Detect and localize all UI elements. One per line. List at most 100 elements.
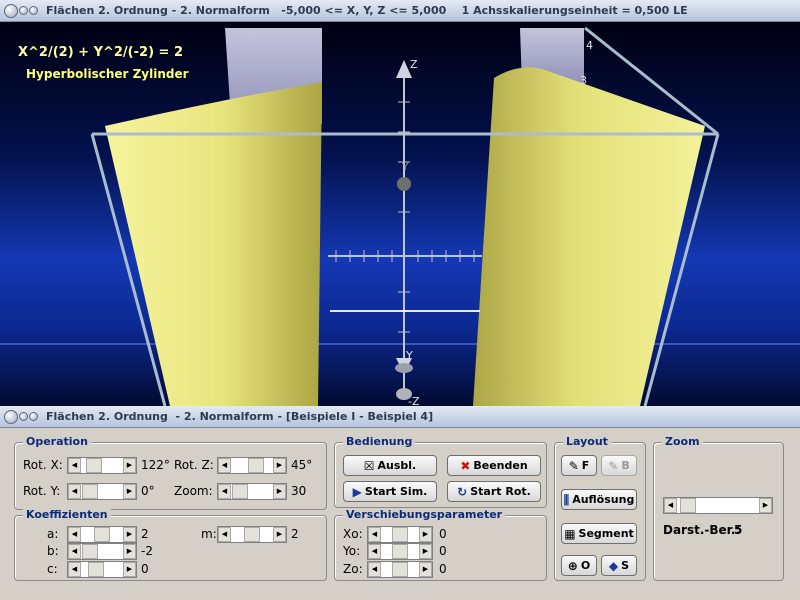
rot-y-slider[interactable]: ◀ ▶: [67, 483, 137, 500]
start-sim-label: Start Sim.: [364, 485, 428, 498]
s-label: S: [621, 559, 630, 572]
coef-m-thumb[interactable]: [244, 527, 260, 542]
rot-y-right-arrow-icon[interactable]: ▶: [123, 484, 136, 499]
coef-m-right-arrow-icon[interactable]: ▶: [273, 527, 286, 542]
yo-right-arrow-icon[interactable]: ▶: [419, 544, 432, 559]
yo-label: Yo:: [343, 544, 361, 558]
coef-b-left-arrow-icon[interactable]: ◀: [68, 544, 81, 559]
start-sim-button[interactable]: ▶ Start Sim.: [343, 481, 437, 502]
xo-value: 0: [439, 527, 447, 541]
coef-b-label: b:: [47, 544, 59, 558]
control-window-menu-icon[interactable]: [4, 409, 18, 424]
coef-c-slider[interactable]: ◀ ▶: [67, 561, 137, 578]
bedienung-title: Bedienung: [343, 435, 416, 448]
shape-icon: ◆: [608, 558, 619, 573]
3d-viewport[interactable]: X^2/(2) + Y^2/(-2) = 2 Hyperbolischer Zy…: [0, 22, 800, 406]
zoom-range-slider[interactable]: ◀ ▶: [663, 497, 773, 514]
coef-c-thumb[interactable]: [88, 562, 104, 577]
zoom-slider[interactable]: ◀ ▶: [217, 483, 287, 500]
darst-ber-value: 5: [734, 523, 743, 537]
coef-a-right-arrow-icon[interactable]: ▶: [123, 527, 136, 542]
yo-left-arrow-icon[interactable]: ◀: [368, 544, 381, 559]
maximize-icon[interactable]: [29, 6, 38, 15]
main-window-title: Flächen 2. Ordnung - 2. Normalform -5,00…: [46, 4, 688, 17]
play-icon: ▶: [352, 484, 362, 499]
segment-button[interactable]: ▦ Segment: [561, 523, 637, 544]
coef-c-label: c:: [47, 562, 58, 576]
darst-ber-label: Darst.-Ber.:: [663, 523, 741, 537]
coef-m-label: m:: [201, 527, 217, 541]
aufloesung-button[interactable]: ⫼ Auflösung: [561, 489, 637, 510]
rot-y-left-arrow-icon[interactable]: ◀: [68, 484, 81, 499]
start-rot-label: Start Rot.: [470, 485, 531, 498]
verschiebung-title: Verschiebungsparameter: [343, 508, 506, 521]
zoom-range-left-arrow-icon[interactable]: ◀: [664, 498, 677, 513]
minimize-icon[interactable]: [19, 6, 28, 15]
control-window-title: Flächen 2. Ordnung - 2. Normalform - [Be…: [46, 410, 434, 423]
coef-m-slider[interactable]: ◀ ▶: [217, 526, 287, 543]
rot-x-label: Rot. X:: [23, 458, 63, 472]
operation-group: Operation Rot. X: ◀ ▶ 122° Rot. Z: ◀ ▶ 4…: [14, 435, 327, 510]
rot-z-right-arrow-icon[interactable]: ▶: [273, 458, 286, 473]
yo-slider[interactable]: ◀ ▶: [367, 543, 433, 560]
xo-thumb[interactable]: [392, 527, 408, 542]
rot-z-label: Rot. Z:: [174, 458, 214, 472]
xo-left-arrow-icon[interactable]: ◀: [368, 527, 381, 542]
bedienung-group: Bedienung ☒ Ausbl. ✖ Beenden ▶ Start Sim…: [334, 435, 547, 508]
zo-slider[interactable]: ◀ ▶: [367, 561, 433, 578]
coef-a-slider[interactable]: ◀ ▶: [67, 526, 137, 543]
zo-left-arrow-icon[interactable]: ◀: [368, 562, 381, 577]
control-maximize-icon[interactable]: [29, 412, 38, 421]
zoom-left-arrow-icon[interactable]: ◀: [218, 484, 231, 499]
rot-x-thumb[interactable]: [86, 458, 102, 473]
rotate-icon: ↻: [457, 484, 468, 499]
axis-label-z: Z: [410, 58, 418, 71]
y-axis-back-cone-icon: [397, 177, 411, 191]
zoom-thumb[interactable]: [232, 484, 248, 499]
control-panel: Operation Rot. X: ◀ ▶ 122° Rot. Z: ◀ ▶ 4…: [0, 429, 800, 600]
b-label: B: [621, 459, 630, 472]
start-rot-button[interactable]: ↻ Start Rot.: [447, 481, 541, 502]
axis-label-minus-z: -Z: [408, 395, 420, 406]
y-axis-front-cone-base: [395, 363, 413, 373]
zo-thumb[interactable]: [392, 562, 408, 577]
zoom-range-thumb[interactable]: [680, 498, 696, 513]
coef-b-thumb[interactable]: [82, 544, 98, 559]
coef-b-right-arrow-icon[interactable]: ▶: [123, 544, 136, 559]
xo-right-arrow-icon[interactable]: ▶: [419, 527, 432, 542]
o-button[interactable]: ⊕ O: [561, 555, 597, 576]
zoom-group: Zoom ◀ ▶ Darst.-Ber.: 5: [653, 435, 784, 581]
zoom-right-arrow-icon[interactable]: ▶: [273, 484, 286, 499]
control-minimize-icon[interactable]: [19, 412, 28, 421]
corner-label-4: 4: [586, 39, 593, 52]
verschiebung-group: Verschiebungsparameter Xo: ◀ ▶ 0 Yo: ◀ ▶…: [334, 508, 547, 581]
rot-x-left-arrow-icon[interactable]: ◀: [68, 458, 81, 473]
beenden-button[interactable]: ✖ Beenden: [447, 455, 541, 476]
ausbl-button[interactable]: ☒ Ausbl.: [343, 455, 437, 476]
layout-title: Layout: [563, 435, 611, 448]
coef-c-right-arrow-icon[interactable]: ▶: [123, 562, 136, 577]
rot-z-left-arrow-icon[interactable]: ◀: [218, 458, 231, 473]
main-title-bar[interactable]: Flächen 2. Ordnung - 2. Normalform -5,00…: [0, 0, 800, 22]
coef-a-thumb[interactable]: [94, 527, 110, 542]
b-button[interactable]: ✎ B: [601, 455, 637, 476]
s-button[interactable]: ◆ S: [601, 555, 637, 576]
rot-y-label: Rot. Y:: [23, 484, 61, 498]
rot-y-thumb[interactable]: [82, 484, 98, 499]
rot-x-slider[interactable]: ◀ ▶: [67, 457, 137, 474]
coef-b-slider[interactable]: ◀ ▶: [67, 543, 137, 560]
rot-x-right-arrow-icon[interactable]: ▶: [123, 458, 136, 473]
xo-slider[interactable]: ◀ ▶: [367, 526, 433, 543]
f-button[interactable]: ✎ F: [561, 455, 597, 476]
zo-right-arrow-icon[interactable]: ▶: [419, 562, 432, 577]
coef-m-left-arrow-icon[interactable]: ◀: [218, 527, 231, 542]
rot-z-slider[interactable]: ◀ ▶: [217, 457, 287, 474]
coef-c-left-arrow-icon[interactable]: ◀: [68, 562, 81, 577]
zoom-range-right-arrow-icon[interactable]: ▶: [759, 498, 772, 513]
coef-c-value: 0: [141, 562, 149, 576]
yo-thumb[interactable]: [392, 544, 408, 559]
rot-z-thumb[interactable]: [248, 458, 264, 473]
control-title-bar[interactable]: Flächen 2. Ordnung - 2. Normalform - [Be…: [0, 406, 800, 428]
coef-a-left-arrow-icon[interactable]: ◀: [68, 527, 81, 542]
window-menu-icon[interactable]: [4, 3, 18, 18]
